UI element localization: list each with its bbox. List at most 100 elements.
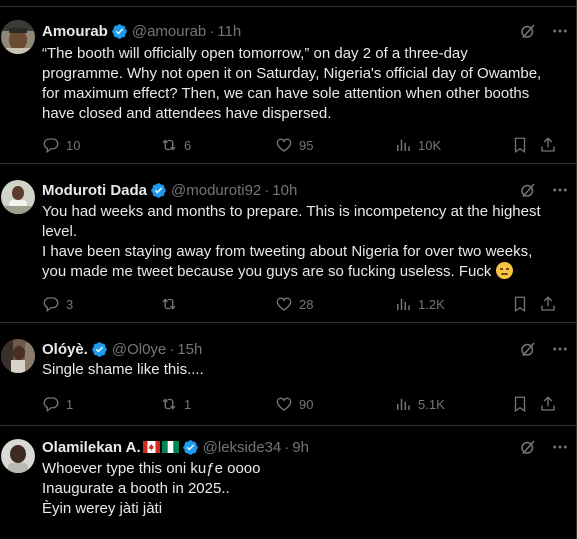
timestamp[interactable]: 10h	[272, 182, 297, 199]
tweet-text: Whoever type this oni kuƒe oooo Inaugura…	[42, 459, 565, 519]
grok-icon[interactable]	[519, 181, 537, 199]
tweet-line: Whoever type this oni kuƒe oooo	[42, 460, 261, 477]
bookmark-button[interactable]	[511, 395, 529, 413]
tweet-line: for maximum effect? Then, we can have so…	[42, 85, 530, 102]
share-button[interactable]	[539, 136, 557, 154]
tweet[interactable]: Olamilekan A. @lekside34 · 9h Whoever ty…	[0, 427, 576, 539]
repost-count: 6	[184, 137, 192, 153]
like-button[interactable]: 95	[275, 136, 313, 154]
reply-count: 10	[66, 137, 81, 153]
tweet-line: level.	[42, 223, 78, 240]
more-options-icon[interactable]	[551, 340, 569, 358]
action-bar: 3 28 1.2K	[42, 294, 569, 314]
tweet-text: “The booth will officially open tomorrow…	[42, 44, 565, 124]
views-button[interactable]: 5.1K	[394, 395, 445, 413]
separator-dot: ·	[264, 181, 270, 199]
verified-badge-icon	[151, 182, 166, 198]
share-button[interactable]	[539, 395, 557, 413]
handle[interactable]: @amourab	[132, 23, 206, 40]
share-button[interactable]	[539, 295, 557, 313]
reply-icon	[43, 138, 59, 154]
bookmark-button[interactable]	[511, 136, 529, 154]
like-count: 90	[299, 396, 314, 412]
verified-badge-icon	[92, 341, 107, 357]
views-button[interactable]: 1.2K	[394, 295, 445, 313]
tweet-line: Single shame like this....	[42, 361, 204, 378]
nigeria-flag-emoji	[161, 441, 179, 453]
handle[interactable]: @Ol0ye	[112, 341, 166, 358]
view-count: 5.1K	[418, 396, 445, 412]
share-icon	[541, 137, 555, 152]
handle[interactable]: @lekside34	[203, 439, 282, 456]
display-name[interactable]: Olóyè.	[42, 341, 88, 358]
timestamp[interactable]: 9h	[292, 439, 309, 456]
tweet[interactable]: Olóyè. @Ol0ye · 15h Single shame like th…	[0, 324, 576, 426]
repost-icon	[162, 298, 176, 310]
share-icon	[541, 396, 555, 411]
tweet[interactable]: Amourab @amourab · 11h “The booth will o…	[0, 7, 576, 164]
avatar[interactable]	[1, 20, 35, 54]
bookmark-icon	[514, 296, 526, 313]
action-bar: 1 1 90 5.1K	[42, 394, 569, 414]
like-button[interactable]: 28	[275, 295, 313, 313]
like-count: 28	[299, 296, 314, 312]
tweet[interactable]: Moduroti Dada @moduroti92 · 10h You had …	[0, 165, 576, 323]
canada-flag-emoji	[142, 441, 160, 453]
tweet-line: Èyin werey jàti jàti	[42, 500, 163, 517]
repost-icon	[162, 398, 176, 410]
avatar[interactable]	[1, 339, 35, 373]
bookmark-button[interactable]	[511, 295, 529, 313]
timestamp[interactable]: 11h	[217, 23, 241, 40]
tweet-line: Inaugurate a booth in 2025..	[42, 480, 230, 497]
heart-icon	[276, 397, 292, 411]
avatar[interactable]	[1, 180, 35, 214]
like-count: 95	[299, 137, 314, 153]
tweet-text: You had weeks and months to prepare. Thi…	[42, 202, 565, 282]
tweet-line: you made me tweet because you guys are s…	[42, 262, 565, 282]
timestamp[interactable]: 15h	[177, 341, 202, 358]
tweet-line: You had weeks and months to prepare. Thi…	[42, 203, 541, 220]
display-name[interactable]: Amourab	[42, 23, 108, 40]
more-options-icon[interactable]	[551, 181, 569, 199]
timeline: Amourab @amourab · 11h “The booth will o…	[0, 0, 577, 539]
reply-button[interactable]: 10	[42, 136, 80, 154]
reply-icon	[43, 297, 59, 313]
heart-icon	[276, 138, 292, 152]
heart-icon	[276, 297, 292, 311]
avatar[interactable]	[1, 439, 35, 473]
bookmark-icon	[514, 396, 526, 413]
reply-button[interactable]: 3	[42, 295, 73, 313]
separator-dot: ·	[169, 340, 175, 358]
verified-badge-icon	[182, 439, 198, 455]
tweet-line: I have been staying away from tweeting a…	[42, 243, 533, 260]
repost-button[interactable]	[160, 295, 184, 313]
share-icon	[541, 296, 555, 311]
separator-dot: ·	[284, 438, 290, 456]
separator-dot: ·	[209, 22, 215, 40]
views-button[interactable]: 10K	[394, 136, 441, 154]
repost-button[interactable]: 1	[160, 395, 191, 413]
reply-count: 1	[66, 396, 74, 412]
display-name[interactable]: Olamilekan A.	[42, 439, 141, 456]
tweet-line: “The booth will officially open tomorrow…	[42, 45, 468, 62]
reply-button[interactable]: 1	[42, 395, 73, 413]
grok-icon[interactable]	[519, 438, 537, 456]
tweet-line: programme. Why not open it on Saturday, …	[42, 65, 542, 82]
display-name[interactable]: Moduroti Dada	[42, 182, 147, 199]
tweet-text: Single shame like this....	[42, 360, 565, 380]
grok-icon[interactable]	[519, 340, 537, 358]
bookmark-icon	[514, 137, 526, 154]
view-count: 10K	[418, 137, 442, 153]
repost-button[interactable]: 6	[160, 136, 191, 154]
view-count: 1.2K	[418, 296, 445, 312]
more-options-icon[interactable]	[551, 22, 569, 40]
more-options-icon[interactable]	[551, 438, 569, 456]
grok-icon[interactable]	[519, 22, 537, 40]
views-chart-icon	[397, 139, 410, 151]
action-bar: 10 6 95 10K	[42, 135, 569, 155]
like-button[interactable]: 90	[275, 395, 313, 413]
handle[interactable]: @moduroti92	[171, 182, 261, 199]
reply-icon	[43, 397, 59, 413]
verified-badge-icon	[112, 23, 127, 39]
views-chart-icon	[397, 298, 410, 310]
